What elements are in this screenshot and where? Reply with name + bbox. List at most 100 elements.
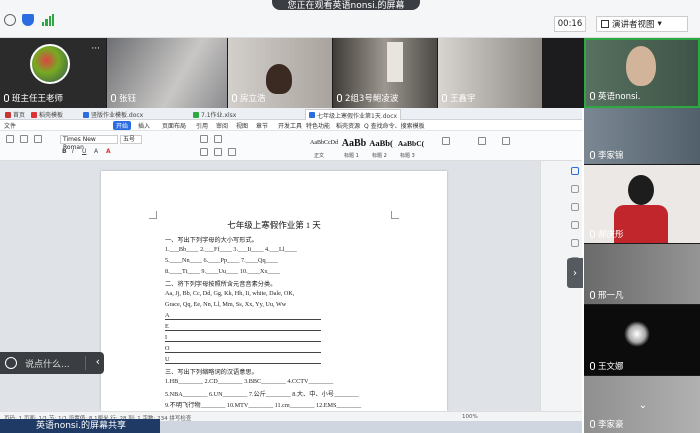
participant-name: 2组3号鲍凌波: [337, 92, 398, 104]
word-doc-icon: [83, 111, 89, 118]
shape-icon[interactable]: [571, 221, 579, 229]
more-icon[interactable]: ···: [91, 44, 100, 54]
page-corner-mark: [149, 211, 157, 219]
wps-tab-home[interactable]: 首页: [2, 109, 28, 120]
menu-features[interactable]: 特色功能: [306, 121, 330, 130]
wps-tab-templates[interactable]: 稻壳模板: [28, 109, 66, 120]
doc-line: O: [165, 345, 170, 352]
answer-line: [165, 341, 321, 342]
menu-review[interactable]: 审阅: [216, 121, 228, 130]
font-color-icon[interactable]: A: [106, 148, 111, 155]
participant-tile[interactable]: 王文娜: [584, 305, 700, 375]
shield-icon[interactable]: [22, 14, 34, 26]
mic-icon: [590, 230, 595, 238]
light-glare: [624, 321, 650, 347]
page-gutter: [0, 161, 100, 433]
chat-input[interactable]: 说点什么... ‹: [0, 352, 104, 374]
divider: [85, 356, 86, 370]
doc-line: 9.不明飞行物________ 10.MTV________ 11.cm____…: [165, 402, 362, 409]
bold-icon[interactable]: B: [62, 148, 67, 155]
participant-strip: ··· 班主任王老师 张钰 房立浩 2组3号鲍凌波 王鑫宇 英语nonsi.: [0, 38, 700, 108]
doc-line: 5.NBA________ 6.UN________ 7.公斤________ …: [165, 391, 359, 398]
bullet-list-icon[interactable]: [200, 135, 208, 143]
info-icon[interactable]: [4, 14, 16, 26]
participant-tile[interactable]: 2组3号鲍凌波: [333, 38, 437, 108]
mic-icon: [590, 362, 595, 370]
style-normal-label: 正文: [314, 153, 325, 159]
participant-tile[interactable]: 房立浩: [228, 38, 332, 108]
chevron-down-icon: ⌄: [638, 400, 648, 411]
wps-toolbar: Times New Roman 五号 B I U A A AaBbCcDd Aa…: [0, 131, 582, 161]
wps-tab-active-doc[interactable]: 七年级上寒假作业第1天.docx: [305, 109, 402, 120]
menu-section[interactable]: 章节: [256, 121, 268, 130]
scroll-down-button[interactable]: ⌄: [634, 400, 652, 414]
cut-icon[interactable]: [20, 135, 28, 143]
menu-references[interactable]: 引用: [196, 121, 208, 130]
paste-icon[interactable]: [6, 135, 14, 143]
menu-docer[interactable]: 稻壳资源: [336, 121, 360, 130]
page-corner-mark: [391, 211, 399, 219]
menu-home[interactable]: 开始: [113, 121, 132, 130]
find-replace-icon[interactable]: [478, 137, 486, 145]
shared-screen: 首页 稻壳模板 竖版作业模板.docx 7.1作业.xlsx 七年级上寒假作业第…: [0, 108, 582, 433]
doc-line: E: [165, 323, 169, 330]
align-center-icon[interactable]: [214, 148, 222, 156]
menu-file[interactable]: 文件: [4, 121, 16, 130]
search-command[interactable]: Q 查找命令、搜索模板: [364, 121, 425, 130]
menu-insert[interactable]: 插入: [138, 121, 150, 130]
strikethrough-icon[interactable]: A: [94, 148, 98, 155]
emoji-icon[interactable]: [5, 357, 17, 369]
select-tool-icon[interactable]: [571, 185, 579, 193]
doc-line: Grace, Qq, Ee, Nn, Ll, Mm, Ss, Xx, Yy, U…: [165, 301, 287, 308]
location-icon[interactable]: [571, 167, 579, 175]
grid-icon: [601, 20, 609, 28]
menu-view[interactable]: 视图: [236, 121, 248, 130]
font-family-select[interactable]: Times New Roman: [60, 135, 118, 151]
numbered-list-icon[interactable]: [214, 135, 222, 143]
docer-icon: [31, 111, 37, 118]
share-icon[interactable]: [571, 239, 579, 247]
menu-dev-tools[interactable]: 开发工具: [278, 121, 302, 130]
document-page[interactable]: 七年级上寒假作业第 1 天 一、写出下列字母的大小写形式。 1.___Bb___…: [101, 171, 447, 411]
collapse-panel-button[interactable]: ›: [567, 258, 583, 288]
zoom-level[interactable]: 100%: [462, 414, 478, 420]
doc-line: Aa, Jj, Bb, Cc, Dd, Gg, Kk, Hh, Ii, whit…: [165, 290, 295, 297]
select-icon[interactable]: [502, 137, 510, 145]
doc-line: 5.____Nn____ 6.____Pp____ 7.____Qq____: [165, 257, 278, 264]
mic-icon: [232, 94, 237, 102]
style-heading1-label: 标题 1: [344, 153, 359, 159]
wps-tab-doc1[interactable]: 竖版作业模板.docx: [80, 109, 146, 120]
style-heading1[interactable]: AaBb: [340, 134, 368, 152]
italic-icon[interactable]: I: [72, 148, 74, 155]
view-mode-button[interactable]: 演讲者视图 ▾: [596, 16, 688, 32]
participant-tile-speaking[interactable]: 英语nonsi.: [584, 38, 700, 108]
participant-tile[interactable]: 邢一凡: [584, 244, 700, 304]
copy-icon[interactable]: [34, 135, 42, 143]
participant-tile[interactable]: 李家锦: [584, 108, 700, 164]
style-heading3[interactable]: AaBbC(: [394, 134, 428, 152]
format-icon[interactable]: [571, 203, 579, 211]
chevron-left-icon[interactable]: ‹: [96, 355, 100, 368]
mic-icon: [111, 94, 116, 102]
participant-tile[interactable]: 郝庆彤: [584, 165, 700, 243]
participant-tile[interactable]: 张钰: [107, 38, 227, 108]
doc-line: 一、写出下列字母的大小写形式。: [165, 237, 258, 244]
participant-tile[interactable]: ··· 班主任王老师: [0, 38, 106, 108]
align-right-icon[interactable]: [228, 148, 236, 156]
font-size-select[interactable]: 五号: [120, 135, 142, 144]
style-normal[interactable]: AaBbCcDd: [308, 134, 340, 152]
underline-icon[interactable]: U: [82, 148, 86, 155]
doc-line: I: [165, 334, 168, 341]
menu-layout[interactable]: 页面布局: [162, 121, 186, 130]
new-style-icon[interactable]: [442, 137, 450, 145]
signal-icon[interactable]: [42, 14, 54, 26]
share-title[interactable]: 您正在观看英语nonsi.的屏幕: [272, 0, 420, 11]
mic-icon: [590, 291, 595, 299]
meeting-topbar: 您正在观看英语nonsi.的屏幕 00:16 演讲者视图 ▾: [0, 0, 700, 38]
participant-tile[interactable]: 王鑫宇: [438, 38, 542, 108]
word-doc-icon: [309, 112, 315, 118]
chat-placeholder: 说点什么...: [25, 359, 70, 370]
wps-tab-sheet[interactable]: 7.1作业.xlsx: [190, 109, 239, 120]
style-heading2[interactable]: AaBb(: [368, 134, 394, 152]
align-left-icon[interactable]: [200, 148, 208, 156]
